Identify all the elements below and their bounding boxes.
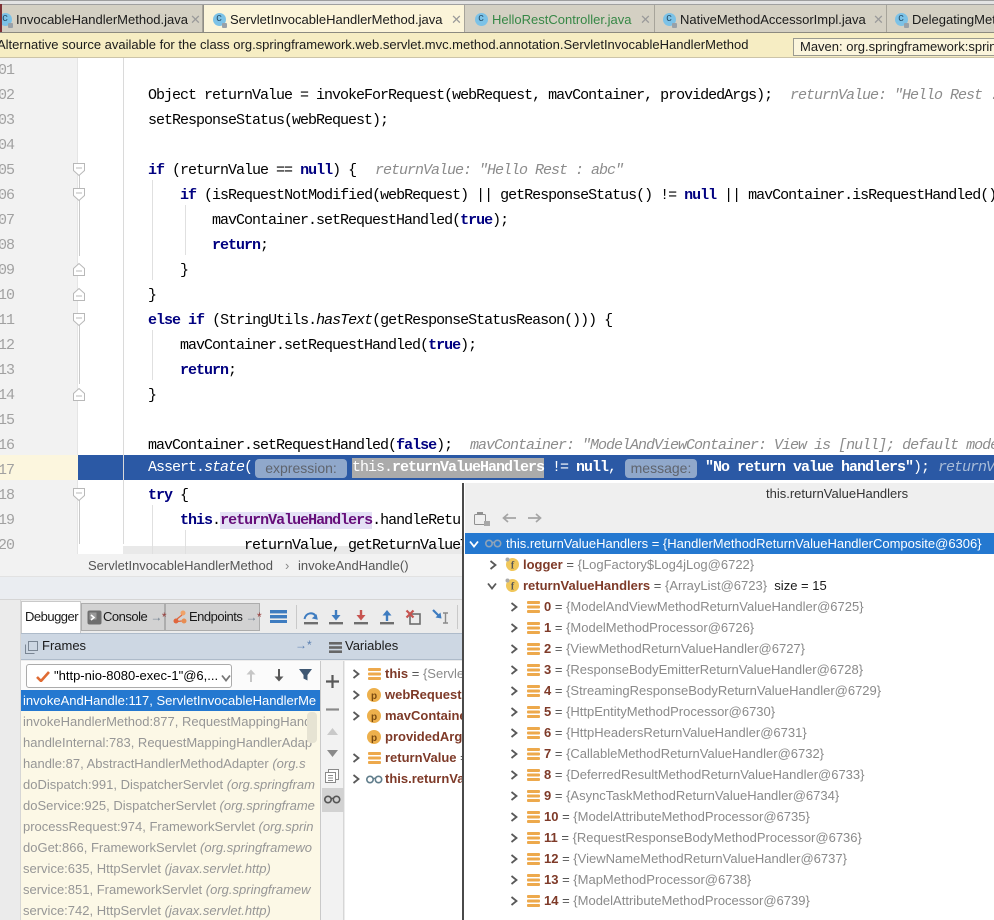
svg-text:p: p	[371, 691, 377, 702]
svg-text:p: p	[371, 712, 377, 723]
svg-text:p: p	[371, 733, 377, 744]
